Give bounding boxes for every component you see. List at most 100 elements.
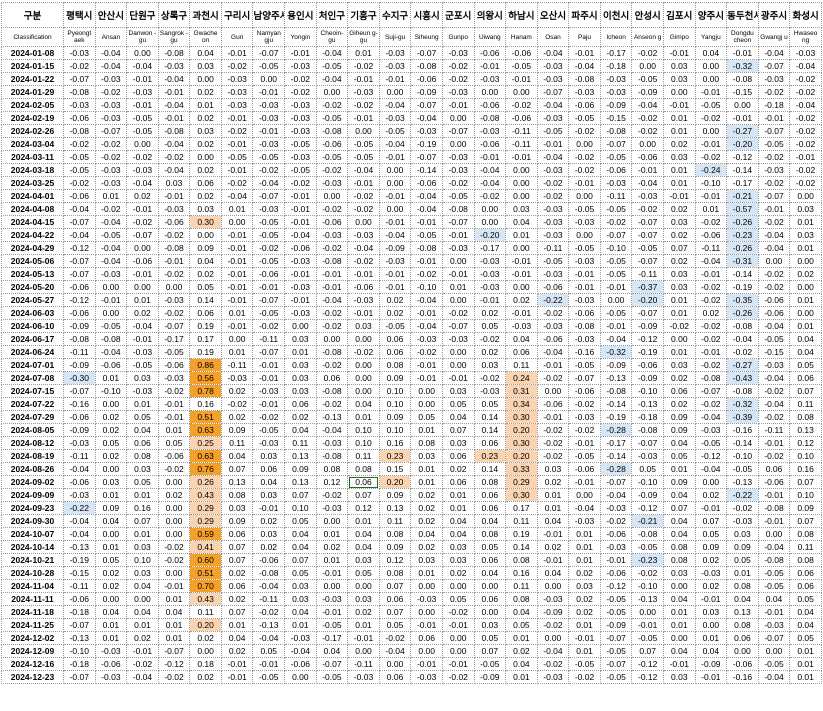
table-cell[interactable]: 0.00 [347,332,380,346]
table-cell[interactable]: -0.22 [726,488,759,502]
table-cell[interactable]: -0.01 [378,280,412,294]
table-cell[interactable]: -0.02 [757,384,791,398]
table-cell[interactable]: -0.13 [63,540,96,554]
table-cell[interactable]: 0.01 [315,553,349,567]
table-cell[interactable]: 0.03 [662,280,696,294]
table-cell[interactable]: 0.08 [315,462,349,476]
table-cell[interactable]: 0.04 [252,475,286,489]
table-cell[interactable]: -0.02 [694,358,728,372]
table-cell[interactable]: 0.08 [347,462,380,476]
table-cell[interactable]: -0.05 [694,436,728,450]
table-cell[interactable]: 0.02 [410,514,443,528]
table-cell[interactable]: -0.04 [252,176,286,190]
table-cell[interactable]: 0.06 [189,176,222,190]
table-cell[interactable]: -0.01 [662,46,696,60]
table-cell[interactable]: 0.00 [441,137,475,151]
table-cell[interactable]: 0.43 [189,592,222,606]
table-cell[interactable]: 0.06 [410,631,443,645]
table-cell[interactable]: 0.00 [126,241,159,255]
row-date[interactable]: 2024-07-22 [1,397,64,411]
column-header[interactable]: 파주시 [568,2,601,28]
table-cell[interactable]: 0.01 [410,475,443,489]
table-cell[interactable]: 0.04 [220,631,254,645]
table-cell[interactable]: 0.02 [220,410,254,424]
table-cell[interactable]: -0.08 [315,124,349,138]
table-cell[interactable]: -0.03 [284,124,317,138]
table-cell[interactable]: -0.06 [63,189,96,203]
table-cell[interactable]: -0.03 [694,566,728,580]
table-cell[interactable]: 0.00 [441,631,475,645]
table-cell[interactable]: 0.00 [757,644,791,658]
table-cell[interactable]: 0.04 [536,566,570,580]
table-cell[interactable]: -0.08 [157,241,191,255]
table-cell[interactable]: -0.04 [157,72,191,86]
table-cell[interactable]: 0.00 [536,631,570,645]
table-cell[interactable]: 0.00 [347,371,380,385]
table-cell[interactable]: 0.00 [694,618,728,632]
table-cell[interactable]: -0.08 [694,371,728,385]
table-cell[interactable]: -0.02 [315,202,349,216]
row-date[interactable]: 2024-10-14 [1,540,64,554]
table-cell[interactable]: 0.01 [505,670,538,684]
table-cell[interactable]: -0.06 [94,358,128,372]
table-cell[interactable]: 0.07 [220,553,254,567]
table-cell[interactable]: -0.02 [157,150,191,164]
table-cell[interactable]: -0.02 [568,397,601,411]
table-cell[interactable]: 0.03 [441,540,475,554]
row-date[interactable]: 2024-05-27 [1,293,64,307]
table-cell[interactable]: 0.01 [789,241,822,255]
table-cell[interactable]: 0.03 [789,228,822,242]
table-cell[interactable]: 0.29 [189,514,222,528]
table-cell[interactable]: 0.06 [252,462,286,476]
table-cell[interactable]: 0.29 [505,475,538,489]
table-cell[interactable]: -0.02 [157,228,191,242]
table-cell[interactable]: -0.01 [694,137,728,151]
table-cell[interactable]: -0.04 [599,332,633,346]
row-date[interactable]: 2024-12-23 [1,670,64,684]
table-cell[interactable]: 0.00 [789,254,822,268]
table-cell[interactable]: 0.03 [189,202,222,216]
row-date[interactable]: 2024-07-29 [1,410,64,424]
table-cell[interactable]: 0.05 [473,540,507,554]
table-cell[interactable]: 0.06 [473,501,507,515]
table-cell[interactable]: 0.03 [694,605,728,619]
table-cell[interactable]: 0.00 [347,358,380,372]
table-cell[interactable]: 0.01 [94,189,128,203]
table-cell[interactable]: -0.23 [631,553,664,567]
table-cell[interactable]: -0.07 [757,631,791,645]
column-header-en[interactable]: Anseon g [631,27,664,47]
table-cell[interactable]: 0.02 [94,410,128,424]
table-cell[interactable]: -0.20 [631,293,664,307]
table-cell[interactable]: -0.07 [63,670,96,684]
table-cell[interactable]: 0.07 [126,514,159,528]
table-cell[interactable]: 0.12 [789,436,822,450]
column-header-en[interactable]: Uiwang [473,27,507,47]
column-header[interactable]: 의왕시 [473,2,507,28]
table-cell[interactable]: -0.02 [536,436,570,450]
table-cell[interactable]: -0.28 [599,423,633,437]
table-cell[interactable]: -0.03 [757,72,791,86]
table-cell[interactable]: 0.00 [347,384,380,398]
table-cell[interactable]: 0.00 [694,124,728,138]
table-cell[interactable]: 0.01 [662,176,696,190]
table-cell[interactable]: -0.02 [631,46,664,60]
table-cell[interactable]: 0.01 [284,618,317,632]
table-cell[interactable]: 0.03 [126,566,159,580]
table-cell[interactable]: -0.15 [757,345,791,359]
column-header[interactable]: 오산시 [536,2,570,28]
table-cell[interactable]: -0.07 [599,137,633,151]
table-cell[interactable]: -0.03 [726,514,759,528]
row-date[interactable]: 2024-06-03 [1,306,64,320]
table-cell[interactable]: 0.03 [284,592,317,606]
table-cell[interactable]: -0.02 [536,423,570,437]
table-cell[interactable]: 0.03 [252,449,286,463]
table-cell[interactable]: 0.01 [157,592,191,606]
column-header-en[interactable]: Pyeongt aek [63,27,96,47]
table-cell[interactable]: 0.04 [94,514,128,528]
table-cell[interactable]: 0.11 [789,397,822,411]
table-cell[interactable]: -0.06 [347,280,380,294]
column-header[interactable]: 평택시 [63,2,96,28]
table-cell[interactable]: -0.03 [347,293,380,307]
table-cell[interactable]: -0.02 [568,423,601,437]
table-cell[interactable]: 0.30 [189,215,222,229]
